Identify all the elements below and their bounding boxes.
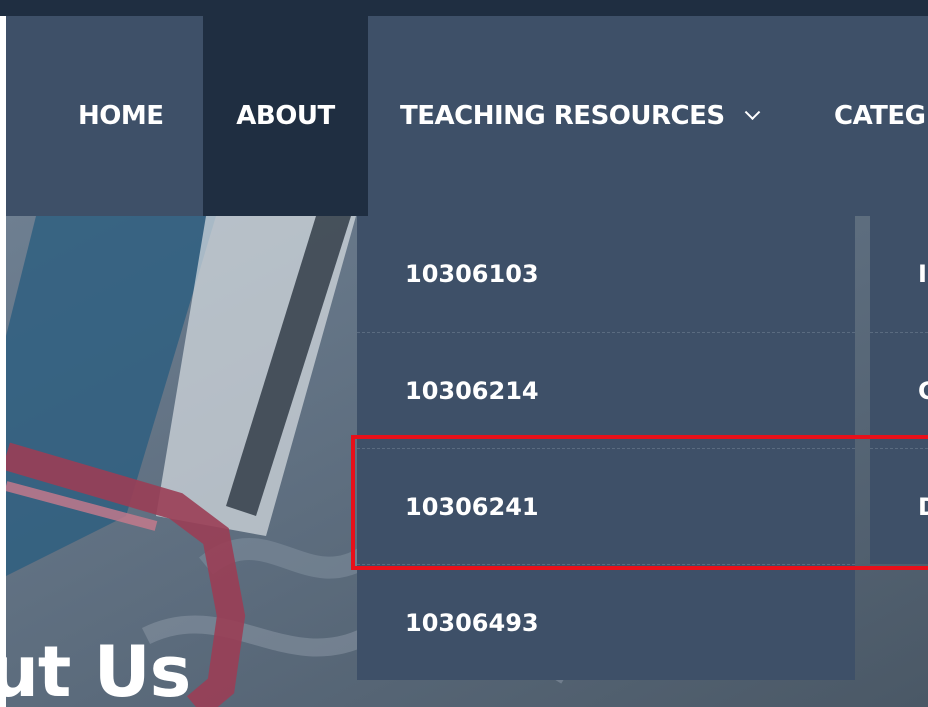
hero-title: out Us (6, 631, 191, 707)
submenu-item-label: C (918, 377, 928, 405)
nav-teaching-label: TEACHING RESOURCES (400, 101, 725, 131)
submenu-item[interactable]: C (870, 332, 928, 449)
submenu-item[interactable]: D (870, 448, 928, 565)
dropdown-item-label: 10306103 (405, 260, 539, 288)
teaching-resources-dropdown: 10306103 10306214 10306241 10306493 (357, 216, 855, 680)
nav-teaching-resources[interactable]: TEACHING RESOURCES (400, 16, 760, 216)
dropdown-item[interactable]: 10306493 (357, 564, 855, 681)
dropdown-item-label: 10306241 (405, 493, 539, 521)
dropdown-item[interactable]: 10306241 (357, 448, 855, 565)
submenu-item[interactable]: I (870, 216, 928, 332)
nav-home[interactable]: HOME (78, 16, 164, 216)
submenu-item-label: I (918, 260, 927, 288)
top-strip (0, 0, 928, 16)
nav-about-label: ABOUT (236, 101, 335, 131)
submenu-item-label: D (918, 493, 928, 521)
page: out Us HOME ABOUT TEACHING RESOURCES CAT… (0, 0, 928, 707)
dropdown-item[interactable]: 10306214 (357, 332, 855, 449)
dropdown-item-label: 10306214 (405, 377, 539, 405)
nav-about[interactable]: ABOUT (203, 16, 368, 216)
nav-home-label: HOME (78, 101, 164, 131)
dropdown-item-label: 10306493 (405, 609, 539, 637)
nav-categories[interactable]: CATEG (834, 16, 928, 216)
chevron-down-icon (744, 103, 760, 120)
dropdown-item[interactable]: 10306103 (357, 216, 855, 332)
submenu-column: I C D (870, 216, 928, 564)
main-nav: HOME ABOUT TEACHING RESOURCES CATEG (6, 16, 928, 216)
nav-categories-label: CATEG (834, 101, 926, 131)
